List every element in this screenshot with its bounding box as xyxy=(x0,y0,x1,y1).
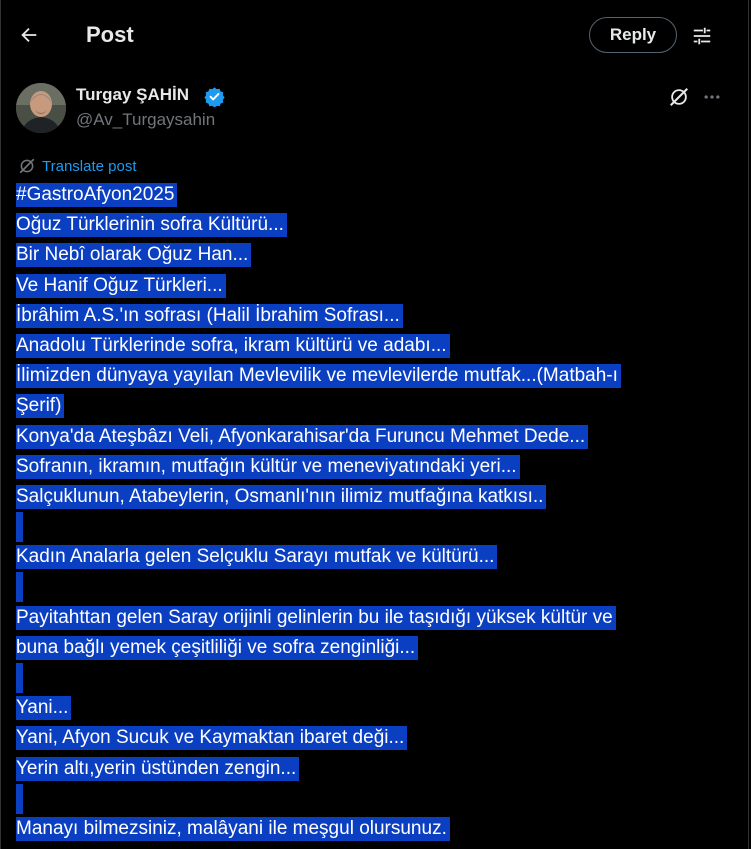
post-line: Kadın Analarla gelen Selçuklu Sarayı mut… xyxy=(16,542,734,572)
selection-marker xyxy=(16,783,23,814)
post-text: #GastroAfyon2025 Oğuz Türklerinin sofra … xyxy=(16,180,734,844)
header-bar: Post Reply xyxy=(0,0,751,72)
post-line-text: Yani, Afyon Sucuk ve Kaymaktan ibaret de… xyxy=(16,726,408,751)
sliders-icon xyxy=(693,27,711,45)
grok-button[interactable] xyxy=(666,84,692,110)
post-line-text: Bir Nebî olarak Oğuz Han... xyxy=(16,243,252,268)
author-name[interactable]: Turgay ŞAHİN xyxy=(76,85,189,105)
post-line-text: buna bağlı yemek çeşitliliği ve sofra ze… xyxy=(16,635,419,660)
author-handle[interactable]: @Av_Turgaysahin xyxy=(76,110,215,130)
filter-button[interactable] xyxy=(686,20,718,52)
post-line-text[interactable]: #GastroAfyon2025 xyxy=(16,183,178,207)
post-line-text: İlimizden dünyaya yayılan Mevlevilik ve … xyxy=(16,364,621,389)
avatar[interactable] xyxy=(16,83,66,133)
post-line-text: Salçuklunun, Atabeylerin, Osmanlı'nın il… xyxy=(16,484,547,509)
post-line-text: Kadın Analarla gelen Selçuklu Sarayı mut… xyxy=(16,545,498,570)
grok-icon xyxy=(19,158,35,174)
post-line-text: İbrâhim A.S.'ın sofrası (Halil İbrahim S… xyxy=(16,303,403,328)
post-line-text: Ve Hanif Oğuz Türkleri... xyxy=(16,273,226,298)
post-blank-line xyxy=(16,663,734,693)
post-line: Manayı bilmezsiniz, malâyani ile meşgul … xyxy=(16,814,734,844)
post-line: Sofranın, ikramın, mutfağın kültür ve me… xyxy=(16,452,734,482)
avatar-photo xyxy=(16,83,66,133)
reply-button[interactable]: Reply xyxy=(589,17,677,53)
post-line-text: Oğuz Türklerinin sofra Kültürü... xyxy=(16,213,287,238)
post-line: Ve Hanif Oğuz Türkleri... xyxy=(16,271,734,301)
post-line-text: Anadolu Türklerinde sofra, ikram kültürü… xyxy=(16,333,450,358)
post-blank-line xyxy=(16,572,734,603)
post-line-text: Manayı bilmezsiniz, malâyani ile meşgul … xyxy=(16,816,450,841)
post-line: Salçuklunun, Atabeylerin, Osmanlı'nın il… xyxy=(16,482,734,512)
post-line: Şerif) xyxy=(16,391,734,421)
post-line-text: Şerif) xyxy=(16,394,65,419)
verified-badge-icon xyxy=(204,87,225,107)
grok-icon xyxy=(670,88,688,106)
more-options-button[interactable] xyxy=(699,84,725,110)
arrow-left-icon xyxy=(21,27,37,43)
post-line: Konya'da Ateşbâzı Veli, Afyonkarahisar'd… xyxy=(16,422,734,452)
back-button[interactable] xyxy=(12,18,46,52)
post-line: Yerin altı,yerin üstünden zengin... xyxy=(16,754,734,784)
post-line-text: Yerin altı,yerin üstünden zengin... xyxy=(16,756,300,781)
post-line: Yani... xyxy=(16,693,734,723)
post-line: Oğuz Türklerinin sofra Kültürü... xyxy=(16,210,734,240)
post-line-text: Yani... xyxy=(16,696,72,721)
post-line: İlimizden dünyaya yayılan Mevlevilik ve … xyxy=(16,361,734,391)
translate-post-link[interactable]: Translate post xyxy=(18,156,137,176)
selection-marker xyxy=(16,663,23,693)
post-line: Bir Nebî olarak Oğuz Han... xyxy=(16,240,734,270)
post-line-text: Konya'da Ateşbâzı Veli, Afyonkarahisar'd… xyxy=(16,424,589,449)
post-line: Payitahttan gelen Saray orijinli gelinle… xyxy=(16,603,734,633)
post-line: Anadolu Türklerinde sofra, ikram kültürü… xyxy=(16,331,734,361)
post-blank-line xyxy=(16,783,734,814)
translate-post-label: Translate post xyxy=(42,157,137,175)
post-line: #GastroAfyon2025 xyxy=(16,180,734,210)
post-line: Yani, Afyon Sucuk ve Kaymaktan ibaret de… xyxy=(16,723,734,753)
more-dots-icon xyxy=(704,95,720,99)
post-line: buna bağlı yemek çeşitliliği ve sofra ze… xyxy=(16,633,734,663)
post-line-text: Sofranın, ikramın, mutfağın kültür ve me… xyxy=(16,454,520,479)
selection-marker xyxy=(16,572,23,603)
post-blank-line xyxy=(16,512,734,543)
selection-marker xyxy=(16,512,23,543)
page-title: Post xyxy=(86,22,134,47)
post-line-text: Payitahttan gelen Saray orijinli gelinle… xyxy=(16,605,616,630)
post-line: İbrâhim A.S.'ın sofrası (Halil İbrahim S… xyxy=(16,301,734,331)
